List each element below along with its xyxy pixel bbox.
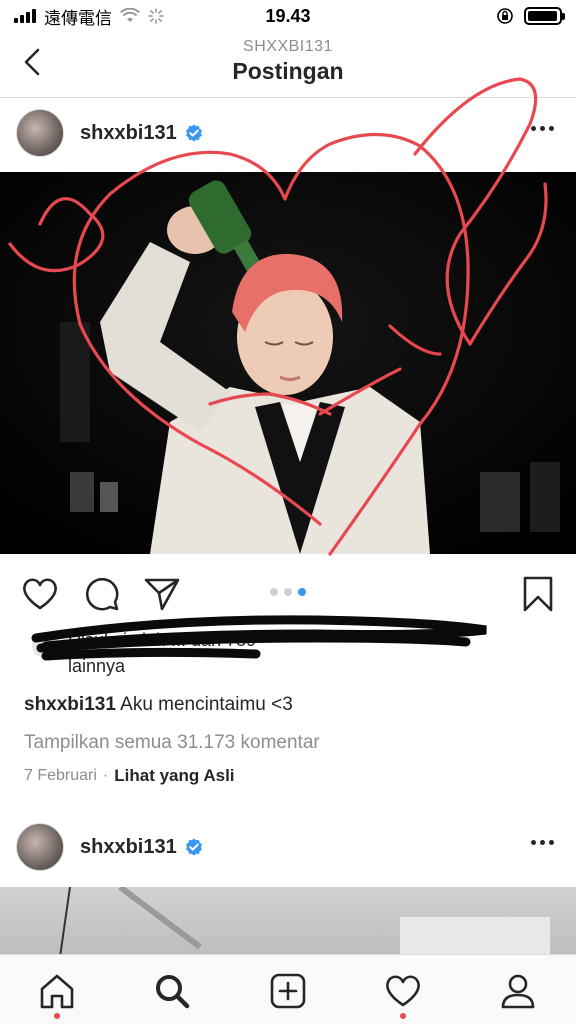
status-left: 遠傳電信 xyxy=(14,4,164,29)
profile-icon xyxy=(501,974,535,1009)
meta-separator: · xyxy=(102,767,109,784)
tab-profile[interactable] xyxy=(496,969,540,1013)
post-caption: shxxbi131 Aku mencintaimu <3 xyxy=(24,694,293,716)
post-actions-bar xyxy=(0,566,576,618)
username-container: shxxbi131 xyxy=(80,836,203,859)
carousel-dot xyxy=(270,588,278,596)
post-photo-illustration xyxy=(0,172,576,554)
post-header: shxxbi131 xyxy=(0,98,576,168)
orientation-lock-icon xyxy=(497,8,513,24)
back-button[interactable] xyxy=(14,44,50,80)
likes-text-line1: Disukai oleh ... dan 789 xyxy=(68,630,257,650)
post-username[interactable]: shxxbi131 xyxy=(80,122,177,145)
post-photo-2-illustration xyxy=(59,887,550,957)
loading-spinner-icon xyxy=(148,8,164,24)
post-photo[interactable] xyxy=(0,172,576,554)
post-username[interactable]: shxxbi131 xyxy=(80,836,177,859)
comment-icon xyxy=(85,577,119,611)
post-photo-2[interactable] xyxy=(0,887,576,957)
comment-button[interactable] xyxy=(82,574,122,614)
verified-badge-icon xyxy=(185,124,202,142)
post-meta: 7 Februari · Lihat yang Asli xyxy=(24,766,235,786)
status-right xyxy=(496,7,565,25)
battery-icon xyxy=(524,7,565,25)
activity-heart-icon xyxy=(386,975,420,1007)
status-time: 19.43 xyxy=(265,5,311,26)
status-bar: 遠傳電信 19.43 xyxy=(0,0,576,32)
tab-search[interactable] xyxy=(150,969,194,1013)
carousel-dot xyxy=(298,588,306,596)
signal-strength-icon xyxy=(14,9,36,23)
caption-username[interactable]: shxxbi131 xyxy=(24,694,116,715)
carrier-label: 遠傳電信 xyxy=(44,8,112,28)
activity-notification-dot xyxy=(400,1013,406,1019)
tab-home[interactable] xyxy=(35,969,79,1019)
add-post-icon xyxy=(270,973,306,1009)
avatar[interactable] xyxy=(16,823,64,871)
carousel-dot xyxy=(284,588,292,596)
tab-new-post[interactable] xyxy=(266,969,310,1013)
view-all-comments-link[interactable]: Tampilkan semua 31.173 komentar xyxy=(24,732,320,754)
more-dots-icon[interactable] xyxy=(531,840,554,845)
carousel-indicator xyxy=(270,588,306,596)
share-button[interactable] xyxy=(142,574,182,614)
navigation-header: SHXXBI131 Postingan xyxy=(0,32,576,98)
avatar[interactable] xyxy=(16,109,64,157)
home-notification-dot xyxy=(54,1013,60,1019)
post-header-2: shxxbi131 xyxy=(0,812,576,882)
likes-summary[interactable]: Disukai oleh ... dan 789 lainnya xyxy=(22,626,522,682)
verified-badge-icon xyxy=(185,838,202,856)
back-chevron-icon xyxy=(24,48,40,76)
caption-text: Aku mencintaimu <3 xyxy=(120,694,293,715)
see-original-link[interactable]: Lihat yang Asli xyxy=(114,766,234,786)
search-icon xyxy=(156,975,190,1009)
bookmark-button[interactable] xyxy=(518,574,558,614)
likes-text-line2: lainnya xyxy=(68,656,126,676)
home-icon xyxy=(40,974,74,1009)
post-date: 7 Februari xyxy=(24,767,97,784)
share-icon xyxy=(144,578,180,611)
bookmark-icon xyxy=(523,576,553,612)
bottom-tab-bar xyxy=(0,954,576,1024)
header-subtitle: SHXXBI131 xyxy=(243,38,333,55)
header-title: Postingan xyxy=(232,58,344,84)
liker-avatar xyxy=(30,630,60,660)
username-container: shxxbi131 xyxy=(80,122,203,145)
like-button[interactable] xyxy=(20,574,60,614)
wifi-icon xyxy=(120,8,140,22)
more-dots-icon[interactable] xyxy=(531,126,554,131)
heart-icon xyxy=(23,578,57,610)
tab-activity[interactable] xyxy=(381,969,425,1019)
